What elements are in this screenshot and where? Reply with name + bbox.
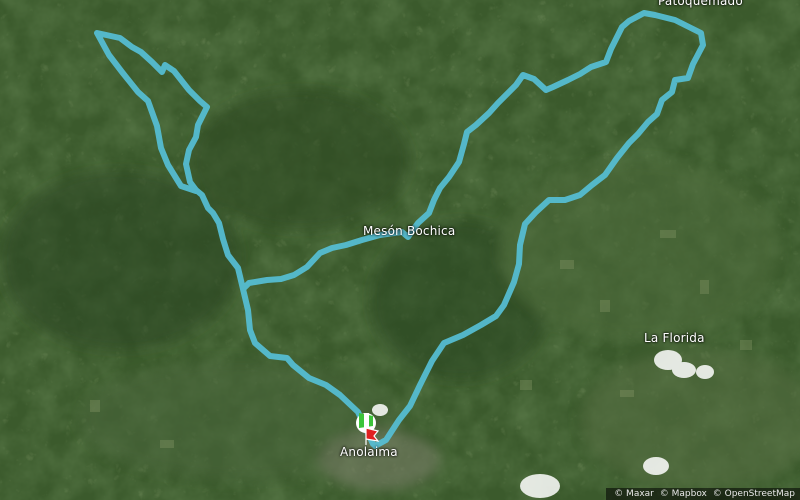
place-label-anolaima: Anolaima [340, 445, 398, 459]
satellite-map[interactable]: Patoquemado Mesón Bochica La Florida Ano… [0, 0, 800, 500]
attribution-mapbox[interactable]: © Mapbox [660, 489, 707, 499]
map-attribution: © Maxar © Mapbox © OpenStreetMap [606, 488, 800, 500]
place-label-la-florida: La Florida [644, 331, 705, 345]
satellite-imagery [0, 0, 800, 500]
attribution-osm[interactable]: © OpenStreetMap [713, 489, 795, 499]
place-label-meson-bochica: Mesón Bochica [363, 224, 456, 238]
attribution-maxar[interactable]: © Maxar [614, 489, 654, 499]
place-label-patoquemado: Patoquemado [658, 0, 743, 8]
